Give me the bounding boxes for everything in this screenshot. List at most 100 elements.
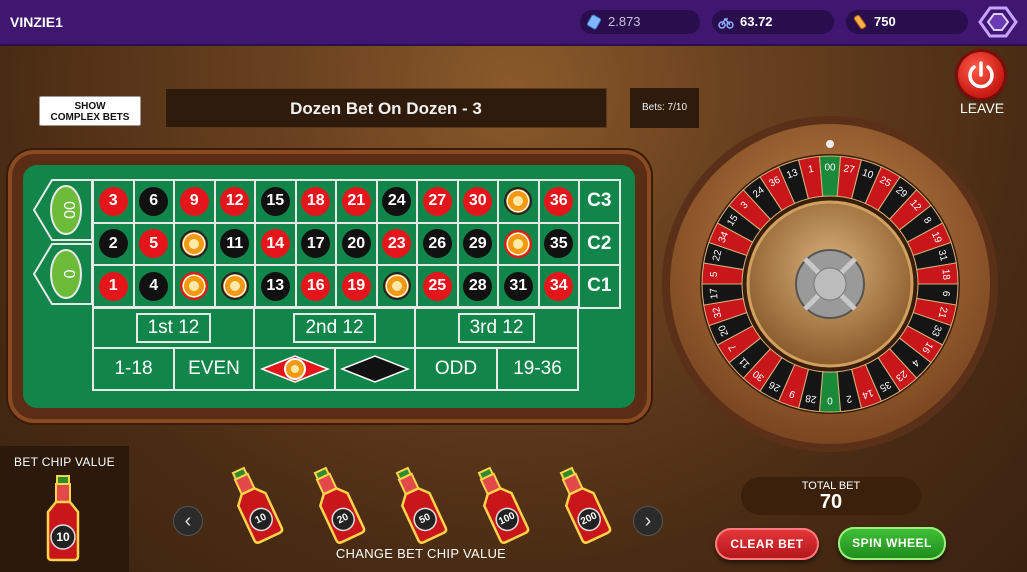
clear-bet-button[interactable]: CLEAR BET: [715, 528, 819, 560]
number-cell-30[interactable]: 30: [456, 179, 499, 224]
number-cell-21[interactable]: 21: [335, 179, 378, 224]
dozen-3-cell[interactable]: 3rd 12: [414, 306, 579, 349]
number-label: 35: [544, 229, 574, 259]
bet-chip-icon: [504, 187, 533, 216]
number-cell-14[interactable]: 14: [254, 221, 297, 266]
number-cell-4[interactable]: 4: [132, 264, 175, 309]
number-label: 11: [220, 229, 250, 259]
bet-red[interactable]: [253, 347, 336, 391]
wheel-number: 00: [824, 163, 836, 174]
number-cell-35[interactable]: 35: [537, 221, 580, 266]
chip-bottle-icon: [477, 466, 530, 544]
number-label: 21: [341, 186, 371, 216]
number-label: 5: [139, 229, 169, 259]
number-cell-9[interactable]: 9: [173, 179, 216, 224]
number-label: 1: [98, 271, 128, 301]
number-label: 3: [98, 186, 128, 216]
bet-19-36[interactable]: 19-36: [496, 347, 579, 391]
number-cell-32[interactable]: [497, 221, 540, 266]
number-cell-13[interactable]: 13: [254, 264, 297, 309]
number-cell-6[interactable]: 6: [132, 179, 175, 224]
number-cell-5[interactable]: 5: [132, 221, 175, 266]
currency-stat-1: 2.873: [580, 10, 700, 34]
leave-button[interactable]: [958, 52, 1004, 98]
number-cell-20[interactable]: 20: [335, 221, 378, 266]
chip-option-50[interactable]: 50: [374, 456, 461, 552]
bike-icon: [718, 17, 734, 29]
stat3-value: 750: [874, 14, 896, 29]
chip-next-arrow[interactable]: ›: [633, 506, 663, 536]
number-label: 30: [463, 186, 493, 216]
number-cell-36[interactable]: 36: [537, 179, 580, 224]
bet-1-18[interactable]: 1-18: [92, 347, 175, 391]
wheel-number: 28: [804, 392, 817, 405]
number-label: 25: [422, 271, 452, 301]
chip-prev-arrow[interactable]: ‹: [173, 506, 203, 536]
show-complex-bets-button[interactable]: SHOW COMPLEX BETS: [39, 96, 141, 126]
number-label: 27: [422, 186, 452, 216]
token-icon: [853, 14, 867, 30]
red-diamond-icon: [259, 355, 330, 383]
number-cell-18[interactable]: 18: [294, 179, 337, 224]
bet-chip-icon: [504, 229, 533, 258]
number-cell-16[interactable]: 16: [294, 264, 337, 309]
number-label: 15: [260, 186, 290, 216]
chip-option-100[interactable]: 100: [456, 456, 543, 552]
chip-option-200[interactable]: 200: [538, 456, 625, 552]
number-cell-25[interactable]: 25: [416, 264, 459, 309]
bet-black[interactable]: [334, 347, 416, 391]
number-cell-22[interactable]: [375, 264, 418, 309]
chip-option-10[interactable]: 10: [210, 456, 297, 552]
bet-chip-icon: [180, 272, 209, 301]
number-cell-1[interactable]: 1: [92, 264, 135, 309]
chip-bottle-icon: [395, 466, 448, 544]
dozen-2-cell[interactable]: 2nd 12: [253, 306, 416, 349]
number-cell-28[interactable]: 28: [456, 264, 499, 309]
selected-chip-value: 10: [56, 530, 70, 544]
number-label: 17: [301, 229, 331, 259]
number-label: 19: [341, 271, 371, 301]
double-zero-label[interactable]: 00: [55, 196, 77, 224]
column-bet-1[interactable]: C2: [578, 221, 621, 266]
username: VINZIE1: [10, 14, 63, 30]
column-bet-0[interactable]: C3: [578, 179, 621, 224]
number-cell-11[interactable]: 11: [213, 221, 256, 266]
number-cell-3[interactable]: 3: [92, 179, 135, 224]
number-cell-24[interactable]: 24: [375, 179, 418, 224]
spin-wheel-button[interactable]: SPIN WHEEL: [838, 527, 946, 560]
number-cell-27[interactable]: 27: [416, 179, 459, 224]
bet-1-18-label: 1-18: [114, 358, 153, 379]
bet-even[interactable]: EVEN: [173, 347, 255, 391]
number-label: 13: [260, 271, 290, 301]
zero-label[interactable]: 0: [55, 260, 77, 288]
number-label: 14: [260, 229, 290, 259]
chip-bottle-icon: [231, 466, 284, 544]
column-label: C1: [587, 275, 612, 297]
number-label: 36: [544, 186, 574, 216]
number-cell-31[interactable]: 31: [497, 264, 540, 309]
ticket-icon: [586, 14, 602, 30]
top-bar: VINZIE1 2.873 63.72 750: [0, 0, 1027, 46]
number-cell-23[interactable]: 23: [375, 221, 418, 266]
number-cell-17[interactable]: 17: [294, 221, 337, 266]
bet-odd[interactable]: ODD: [414, 347, 498, 391]
number-label: 4: [139, 271, 169, 301]
number-cell-15[interactable]: 15: [254, 179, 297, 224]
number-cell-12[interactable]: 12: [213, 179, 256, 224]
number-label: 24: [382, 186, 412, 216]
number-label: 29: [463, 229, 493, 259]
dozen-1-cell[interactable]: 1st 12: [92, 306, 255, 349]
number-cell-29[interactable]: 29: [456, 221, 499, 266]
number-cell-19[interactable]: 19: [335, 264, 378, 309]
number-cell-7[interactable]: [173, 264, 216, 309]
number-cell-2[interactable]: 2: [92, 221, 135, 266]
chip-option-20[interactable]: 20: [292, 456, 379, 552]
number-cell-8[interactable]: [173, 221, 216, 266]
number-cell-33[interactable]: [497, 179, 540, 224]
number-cell-34[interactable]: 34: [537, 264, 580, 309]
column-bet-2[interactable]: C1: [578, 264, 621, 309]
number-cell-26[interactable]: 26: [416, 221, 459, 266]
number-cell-10[interactable]: [213, 264, 256, 309]
power-icon: [968, 61, 994, 89]
number-label: 23: [382, 229, 412, 259]
